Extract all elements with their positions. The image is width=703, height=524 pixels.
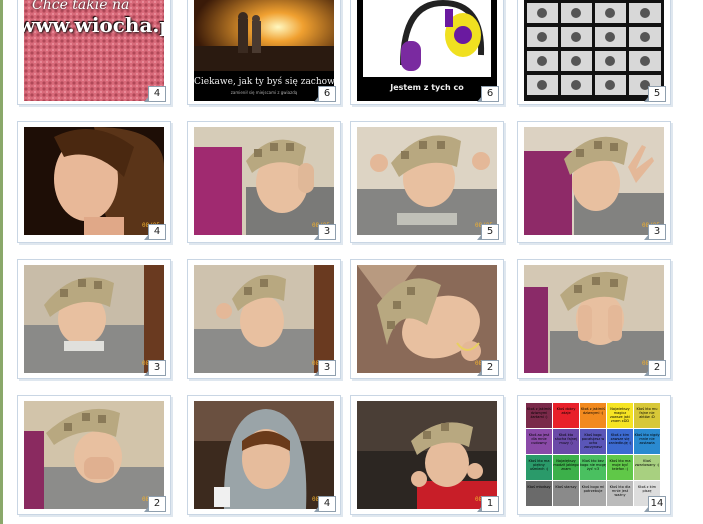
photo-cap-girl [194,127,334,235]
comment-count-badge: 4 [144,86,166,102]
photo-cap-girl [357,127,497,235]
grid-cell: Ktoś dobry zdaje [553,403,579,428]
tile-photo[interactable]: 08/05 [524,265,664,373]
tile-photo[interactable] [524,0,664,101]
photo-cap-girl [194,265,334,373]
gallery-tile-8[interactable]: 08/05 3 [517,121,671,243]
grid-cell: Największy modził jakiego znam [553,455,579,480]
grid-cell: Ktoś kto ma moje być telefon :) [607,455,633,480]
grid-cell: Ktoś z jakimiś dziwnymi żartami :) [526,403,552,428]
comment-count-badge: 6 [477,86,499,102]
comment-count-badge: 3 [144,360,166,376]
grid-cell: Ktoś kto bez kogo nie mogę żyć <3 [580,455,606,480]
photo-caption: Jestem z tych co [390,83,464,92]
gallery-tile-16[interactable]: Ktoś z jakimiś dziwnymi żartami :) Ktoś d… [517,395,671,515]
gallery-tile-15[interactable]: 08/05 1 [350,395,504,515]
comment-count-badge: 2 [644,360,666,376]
comment-count-badge: 4 [314,496,336,512]
grid-cell: Ktoś kogo mi potrzebuje [580,481,606,506]
tile-photo[interactable]: 08/05 [357,265,497,373]
photo-cap-girl-peace [524,127,664,235]
grid-cell: Ktoś z jakimiś dziwnymi :) [580,403,606,428]
tile-photo[interactable]: 08/05 [24,265,164,373]
tile-photo[interactable]: 08/05 [24,401,164,509]
headphones-frame [363,0,491,77]
gallery-tile-12[interactable]: 08/05 2 [517,259,671,379]
grid-cell: Ktoś z kim zawsze się zaniedbuję :) [607,429,633,454]
photo-sunset [194,0,334,71]
grid-cell: Ktoś kogo pocałujesz w ucho zaczynasz [580,429,606,454]
gallery-tile-1[interactable]: Chce takie na www.wiocha.pl 4 [17,0,171,105]
tile-photo[interactable]: 08/05 [357,401,497,509]
comment-count-badge: 3 [314,224,336,240]
photo-top-text: Chce takie na [32,0,130,13]
grid-cell: Najwiekszy magicz zawsze jaki znam xDD [607,403,633,428]
tile-photo[interactable]: 08/05 [24,127,164,235]
headphones-icon [400,0,485,71]
comment-count-badge: 4 [144,224,166,240]
photo-cap-girl-hands [524,265,664,373]
gallery-tile-10[interactable]: 08/05 3 [187,259,341,379]
gallery-tile-5[interactable]: 08/05 4 [17,121,171,243]
photo-lying-girl [357,265,497,373]
comment-count-badge: 5 [477,224,499,240]
gallery-tile-4[interactable]: 5 [517,0,671,105]
tile-photo[interactable]: Jestem z tych co [357,0,497,101]
comment-count-badge: 6 [314,86,336,102]
gallery-tile-9[interactable]: 08/05 3 [17,259,171,379]
grid-cell: Ktoś zwariowany :) [634,455,660,480]
tile-photo[interactable]: Ktoś z jakimiś dziwnymi żartami :) Ktoś d… [524,401,664,509]
photo-profile-face [24,127,164,235]
photo-caption: Ciekawe, jak ty byś się zachowywał, gd [194,77,334,87]
photo-cap-girl-red [357,401,497,509]
gallery-tile-11[interactable]: 08/05 2 [350,259,504,379]
gallery-tile-2[interactable]: Ciekawe, jak ty byś się zachowywał, gd z… [187,0,341,105]
site-watermark: www.wiocha.pl [24,13,164,37]
photo-subcaption: zamienił się miejscami z gwiazdą [230,90,298,95]
tile-photo[interactable]: 08/05 [194,265,334,373]
grid-cell: Ktoś kto dla mnie jest ważny [607,481,633,506]
grid-cell: Ktoś ao jest dla mnie cudowny [526,429,552,454]
tile-photo[interactable]: Chce takie na www.wiocha.pl [24,0,164,101]
tile-photo[interactable]: 08/05 [194,127,334,235]
grid-cell: Ktoś kto ma piękny uśmiech :) [526,455,552,480]
grid-cell: Ktoś kto słucha fajnej muzy :) [553,429,579,454]
comment-count-badge: 3 [314,360,336,376]
tile-photo[interactable]: 08/05 [524,127,664,235]
comment-count-badge: 2 [477,360,499,376]
comment-count-badge: 5 [644,86,666,102]
photo-hood-girl [194,401,334,509]
grid-cell: Ktoś starszy [553,481,579,506]
friends-color-grid: Ktoś z jakimiś dziwnymi żartami :) Ktoś d… [526,403,662,507]
grid-cell: Ktoś kto nigdy mnie nie zostawia [634,429,660,454]
comment-count-badge: 3 [644,224,666,240]
page-left-rail [0,0,3,524]
grid-cell: Ktoś kto mu fajne nie aktów :D [634,403,660,428]
gallery-tile-13[interactable]: 08/05 2 [17,395,171,515]
tile-photo[interactable]: 08/05 [194,401,334,509]
gallery-tile-7[interactable]: 08/05 5 [350,121,504,243]
gallery-tile-6[interactable]: 08/05 3 [187,121,341,243]
photo-cap-girl-gasp [24,401,164,509]
tile-photo[interactable]: 08/05 [357,127,497,235]
gallery-tile-14[interactable]: 08/05 4 [187,395,341,515]
photo-collage [527,3,661,95]
comment-count-badge: 14 [644,496,666,512]
gallery-tile-3[interactable]: Jestem z tych co 6 [350,0,504,105]
photo-cap-girl [24,265,164,373]
comment-count-badge: 2 [144,496,166,512]
comment-count-badge: 1 [477,496,499,512]
tile-photo[interactable]: Ciekawe, jak ty byś się zachowywał, gd z… [194,0,334,101]
grid-cell: Ktoś młodszy [526,481,552,506]
